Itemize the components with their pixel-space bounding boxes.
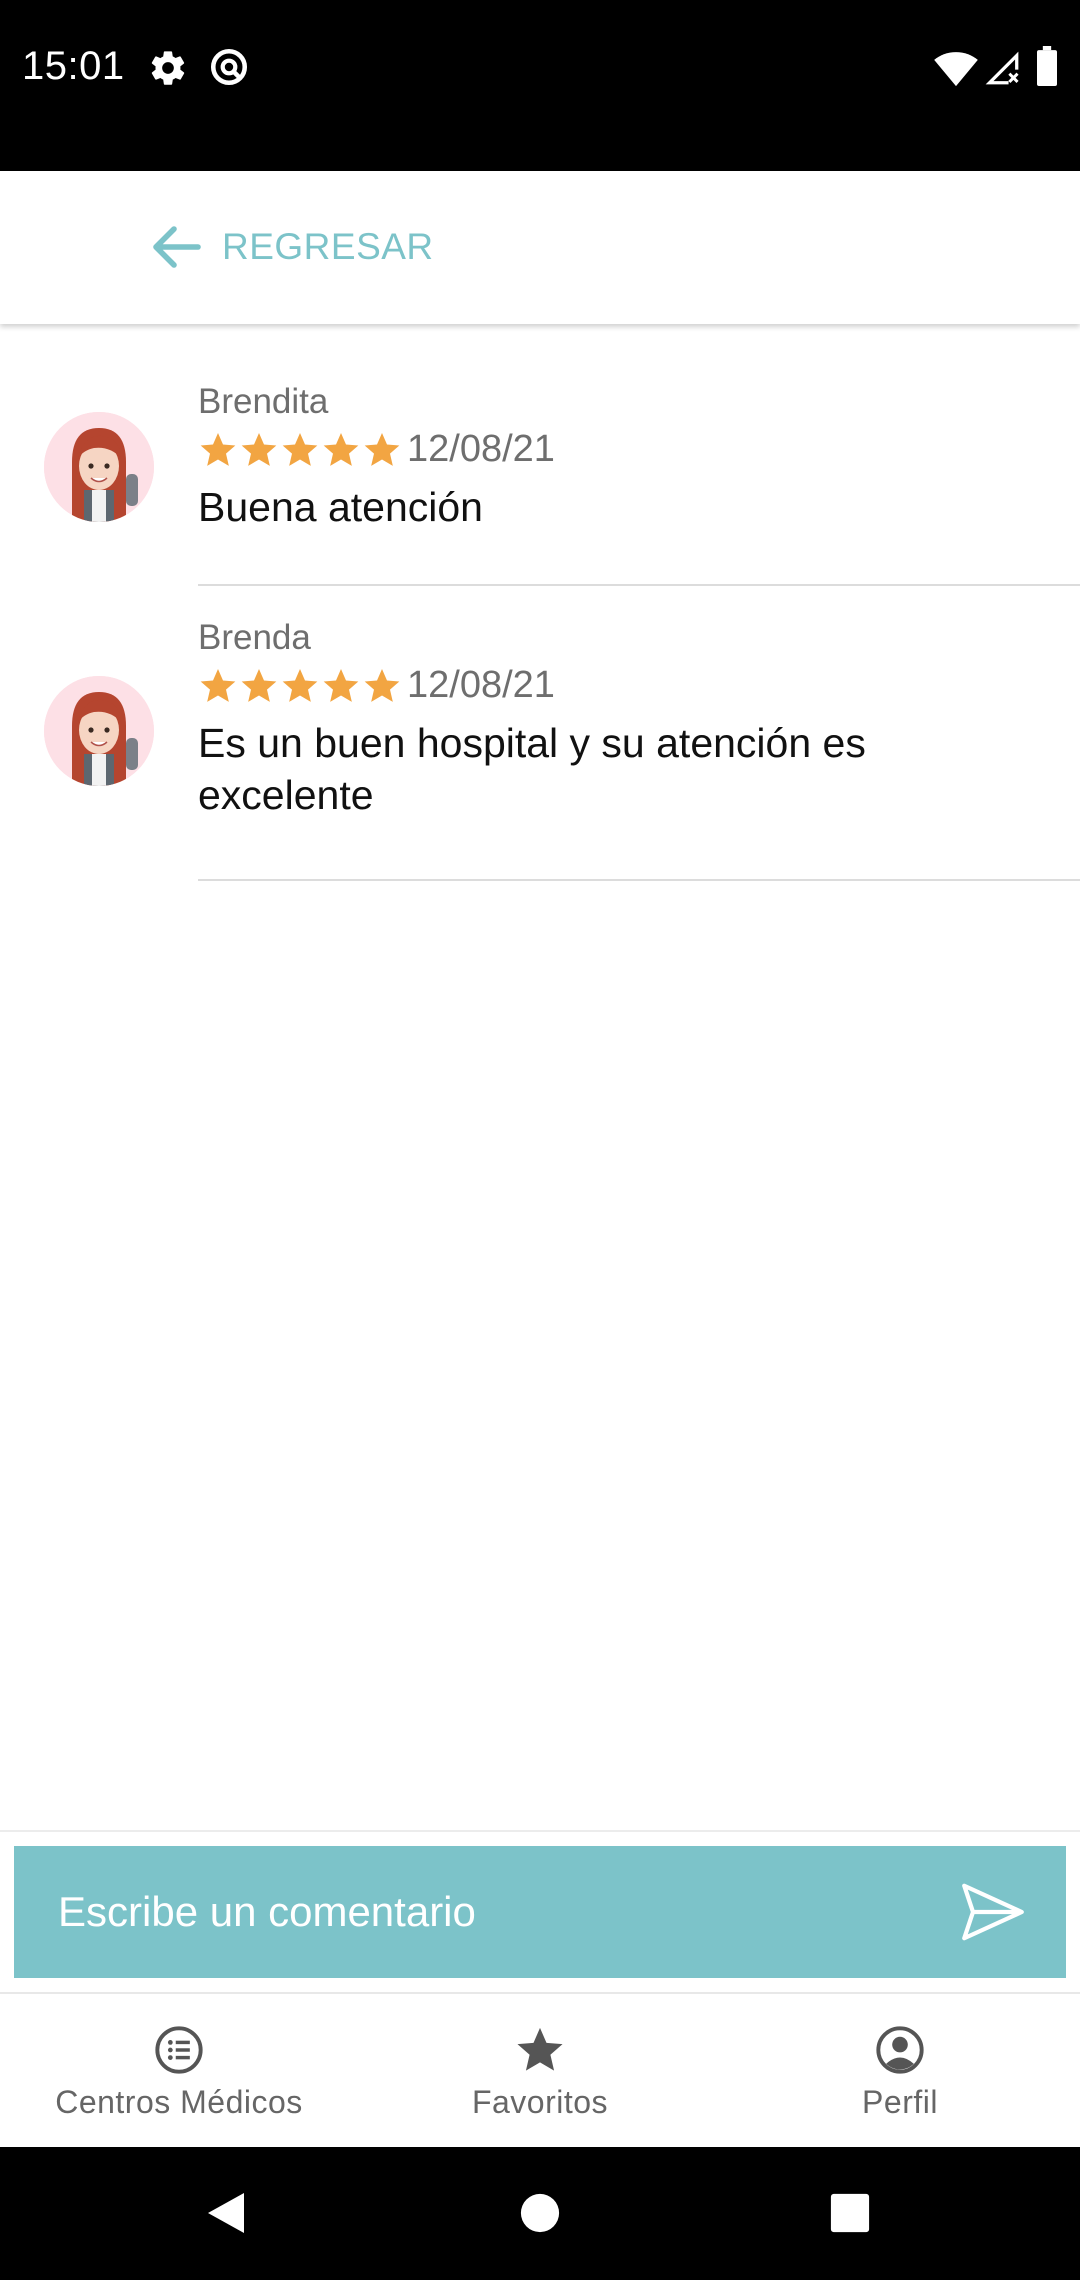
comments-list: Brendita 12/08/21 Buena atención Brenda … [0, 324, 1080, 881]
star-icon [200, 432, 236, 466]
cell-signal-icon [985, 51, 1019, 85]
back-label: REGRESAR [222, 226, 434, 267]
star-rating [198, 430, 403, 470]
comment-input[interactable] [58, 1846, 918, 1978]
top-app-bar: REGRESAR [0, 171, 1080, 324]
nav-label: Centros Médicos [55, 2084, 303, 2120]
star-rating [198, 666, 403, 706]
bottom-navigation: Centros Médicos Favoritos Perfil [0, 1992, 1080, 2147]
wifi-icon [934, 52, 978, 87]
star-icon [517, 2027, 563, 2071]
nav-item-favoritos[interactable]: Favoritos [420, 1994, 660, 2149]
comment-item: Brendita 12/08/21 Buena atención [0, 324, 1080, 586]
settings-gear-icon [151, 51, 185, 85]
avatar [44, 412, 154, 522]
comment-text: Es un buen hospital y su atención es exc… [198, 720, 866, 818]
star-icon [282, 668, 318, 702]
comment-date: 12/08/21 [407, 664, 555, 706]
avatar [44, 676, 154, 786]
star-icon [241, 668, 277, 702]
account-circle-icon [876, 2026, 924, 2074]
list-circle-icon [155, 2026, 203, 2074]
comment-input-box [14, 1846, 1066, 1978]
comment-meta: 12/08/21 [198, 428, 1080, 471]
star-icon [364, 668, 400, 702]
back-button[interactable]: REGRESAR [150, 215, 434, 279]
star-icon [282, 432, 318, 466]
star-icon [200, 668, 236, 702]
back-triangle-icon[interactable] [204, 2189, 248, 2237]
comment-composer [0, 1830, 1080, 1992]
nav-item-centros-medicos[interactable]: Centros Médicos [34, 1994, 324, 2149]
home-circle-icon[interactable] [519, 2189, 561, 2237]
arrow-back-icon [153, 226, 201, 268]
battery-icon [1037, 46, 1057, 86]
avatar-image [44, 676, 154, 786]
comment-body: Brenda 12/08/21 Es un buen hospital y su… [198, 618, 1080, 881]
status-time: 15:01 [22, 44, 125, 88]
status-bar: 15:01 [0, 0, 1080, 171]
comment-author: Brenda [198, 618, 311, 657]
comment-date: 12/08/21 [407, 428, 555, 470]
comment-item: Brenda 12/08/21 Es un buen hospital y su… [0, 586, 1080, 881]
recents-square-icon[interactable] [829, 2189, 871, 2237]
nav-item-perfil[interactable]: Perfil [780, 1994, 1020, 2149]
data-saver-icon [210, 48, 248, 86]
star-icon [323, 668, 359, 702]
avatar-image [44, 412, 154, 522]
send-icon[interactable] [960, 1882, 1026, 1942]
star-icon [323, 432, 359, 466]
system-navigation-bar [0, 2147, 1080, 2280]
nav-label: Favoritos [471, 2084, 609, 2120]
comment-meta: 12/08/21 [198, 664, 1080, 707]
star-icon [364, 432, 400, 466]
comment-text: Buena atención [198, 484, 483, 530]
star-icon [241, 432, 277, 466]
nav-label: Perfil [862, 2084, 938, 2120]
comment-author: Brendita [198, 382, 329, 421]
comment-body: Brendita 12/08/21 Buena atención [198, 382, 1080, 586]
